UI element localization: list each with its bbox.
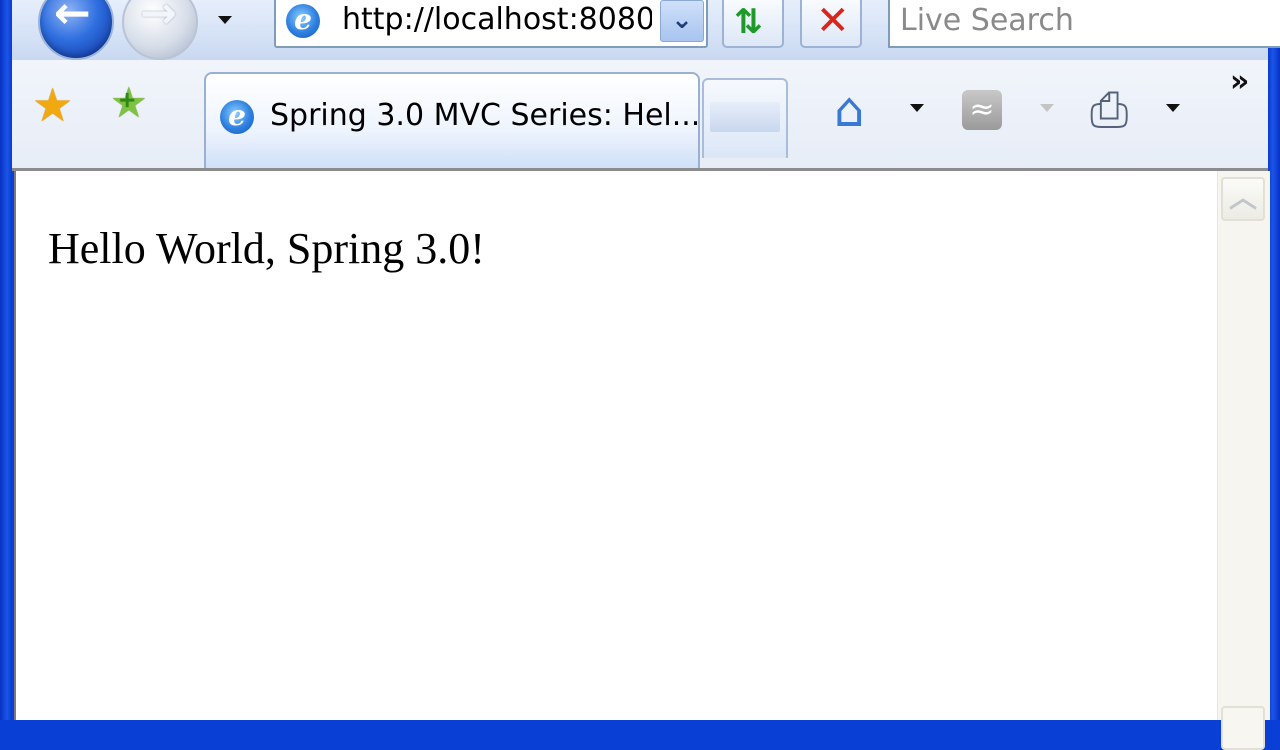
print-dropdown-icon[interactable] [1166,104,1180,112]
feeds-dropdown-icon[interactable] [1040,104,1054,112]
navigation-bar: ← → e http://localhost:8080/ ⌄ ⇅ ✕ Live … [12,0,1280,60]
ie-page-icon: e [286,4,320,38]
address-bar[interactable]: e http://localhost:8080/ ⌄ [274,0,708,48]
home-icon[interactable]: ⌂ [834,82,864,138]
stop-icon: ✕ [816,0,850,44]
refresh-icon: ⇅ [734,2,763,42]
scroll-down-button[interactable] [1221,706,1265,750]
stop-button[interactable]: ✕ [800,0,862,48]
address-input[interactable]: http://localhost:8080/ [342,0,652,44]
forward-arrow-icon: → [140,0,177,39]
window-frame-left [0,0,12,720]
more-tools-chevron-icon[interactable]: » [1230,64,1249,99]
new-tab-placeholder [710,102,780,132]
address-dropdown-button[interactable]: ⌄ [660,0,704,42]
page-body-text: Hello World, Spring 3.0! [48,224,485,273]
add-to-favorites-icon[interactable]: ★ + [110,78,148,127]
print-icon[interactable]: ⎙ [1090,82,1128,139]
feeds-icon[interactable]: ≈ [962,90,1002,130]
vertical-scrollbar[interactable]: ︿ [1217,171,1270,750]
page-content: Hello World, Spring 3.0! ︿ [14,171,1270,750]
add-favorites-plus-icon: + [118,88,137,113]
back-button[interactable]: ← [38,0,114,60]
new-tab-button[interactable] [702,78,788,158]
favorites-center-icon[interactable]: ★ [32,78,73,132]
forward-button[interactable]: → [122,0,198,60]
refresh-button[interactable]: ⇅ [722,0,784,48]
tab-bar: ★ ★ + e Spring 3.0 MVC Series: Hel... ⌂ … [12,60,1268,171]
recent-pages-dropdown-icon[interactable] [218,16,232,24]
back-arrow-icon: ← [54,0,91,39]
tab-active[interactable]: e Spring 3.0 MVC Series: Hel... [204,72,700,168]
search-input[interactable]: Live Search [900,0,1074,44]
home-dropdown-icon[interactable] [910,104,924,112]
tab-title: Spring 3.0 MVC Series: Hel... [270,98,701,133]
ie-tab-icon: e [220,100,254,134]
scroll-up-button[interactable]: ︿ [1221,177,1265,221]
search-box[interactable]: Live Search [888,0,1280,48]
